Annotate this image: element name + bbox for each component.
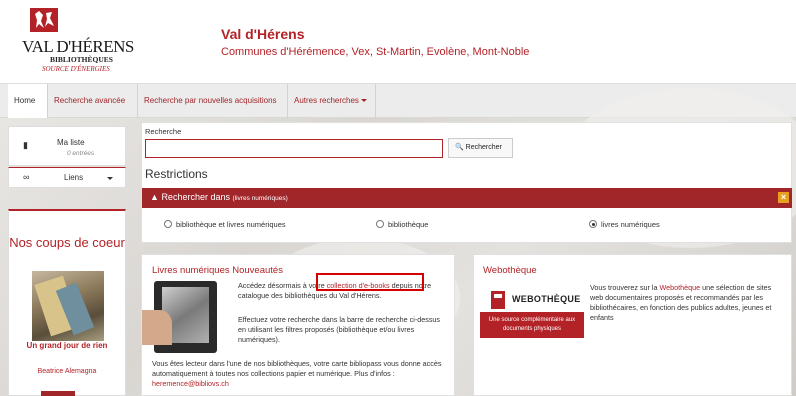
logo-emblem-icon [30, 8, 58, 32]
chevron-up-icon: ▲ [150, 192, 159, 202]
scope-option-bibliotheque-et-livres[interactable]: bibliothèque et livres numériques [164, 220, 286, 229]
highlight-annotation [316, 273, 424, 291]
coups-de-coeur-panel: Nos coups de coeur Un grand jour de rien… [8, 209, 126, 396]
webotheque-link[interactable]: Webothèque [660, 283, 701, 292]
webotheque-card: Webothèque WEBOTHÈQUE Une source complém… [473, 254, 792, 396]
logo-title: VAL D'HÉRENS [22, 37, 134, 56]
search-icon: 🔍 [455, 144, 464, 151]
webotheque-icon [491, 291, 505, 309]
webotheque-logo-text: WEBOTHÈQUE [512, 294, 581, 304]
ebook-paragraph-2: Effectuez votre recherche dans la barre … [238, 315, 441, 344]
logo-tagline: SOURCE D'ÉNERGIES [42, 65, 110, 73]
webotheque-card-title: Webothèque [483, 265, 537, 276]
radio-button-selected[interactable] [589, 220, 597, 229]
scope-bar[interactable]: ▲ Rechercher dans (livres numériques) × [142, 188, 792, 208]
close-icon[interactable]: × [778, 192, 789, 203]
search-input[interactable] [145, 139, 443, 158]
coups-de-coeur-title: Nos coups de coeur [9, 235, 125, 250]
hand-image [142, 310, 172, 345]
book-title-link[interactable]: Un grand jour de rien [9, 340, 125, 351]
search-button[interactable]: 🔍 Rechercher [448, 138, 513, 158]
chevron-down-icon [360, 99, 367, 103]
search-label: Recherche [145, 127, 182, 136]
scope-option-bibliotheque[interactable]: bibliothèque [376, 220, 428, 229]
nav-nouvelles-acquisitions[interactable]: Recherche par nouvelles acquisitions [138, 84, 288, 118]
site-subtitle: Communes d'Hérémence, Vex, St-Martin, Ev… [221, 46, 530, 58]
liens-dropdown[interactable]: ∞ Liens [8, 167, 126, 188]
logo-subtitle: BIBLIOTHÈQUES [50, 55, 113, 64]
link-icon: ∞ [23, 172, 30, 182]
radio-button[interactable] [376, 220, 384, 229]
chevron-down-icon [107, 177, 113, 180]
webotheque-description: Vous trouverez sur la Webothèque une sél… [590, 283, 772, 322]
ma-liste-title: Ma liste [57, 138, 85, 147]
ebook-news-card: Livres numériques Nouveautés Accédez dés… [141, 254, 455, 396]
scope-option-livres-numeriques[interactable]: livres numériques [589, 220, 660, 229]
bookmark-icon: ▮ [23, 140, 28, 150]
restrictions-title: Restrictions [145, 167, 208, 181]
webotheque-banner: Une source complémentaire aux documents … [480, 312, 584, 338]
scope-bar-label: ▲ Rechercher dans (livres numériques) [150, 192, 288, 202]
ma-liste-count: 0 entrées [67, 150, 95, 157]
site-title: Val d'Hérens [221, 26, 305, 42]
nav-recherche-avancee[interactable]: Recherche avancée [48, 84, 138, 118]
email-link[interactable]: heremence@bibliovs.ch [152, 379, 229, 388]
nav-autres-recherches[interactable]: Autres recherches [288, 84, 376, 118]
liens-label: Liens [64, 173, 84, 182]
next-book-cover[interactable] [41, 391, 75, 396]
nav-home[interactable]: Home [8, 84, 48, 118]
site-header: VAL D'HÉRENS BIBLIOTHÈQUES SOURCE D'ÉNER… [0, 0, 796, 83]
ma-liste-panel[interactable]: ▮ Ma liste 0 entrées [8, 126, 126, 166]
radio-button[interactable] [164, 220, 172, 229]
site-logo[interactable]: VAL D'HÉRENS BIBLIOTHÈQUES SOURCE D'ÉNER… [22, 8, 172, 78]
ebook-card-title: Livres numériques Nouveautés [152, 265, 283, 276]
book-cover-image[interactable] [32, 271, 104, 341]
book-author: Beatrice Alemagna [37, 368, 97, 375]
ebook-paragraph-3: Vous êtes lecteur dans l'une de nos bibl… [152, 359, 442, 388]
